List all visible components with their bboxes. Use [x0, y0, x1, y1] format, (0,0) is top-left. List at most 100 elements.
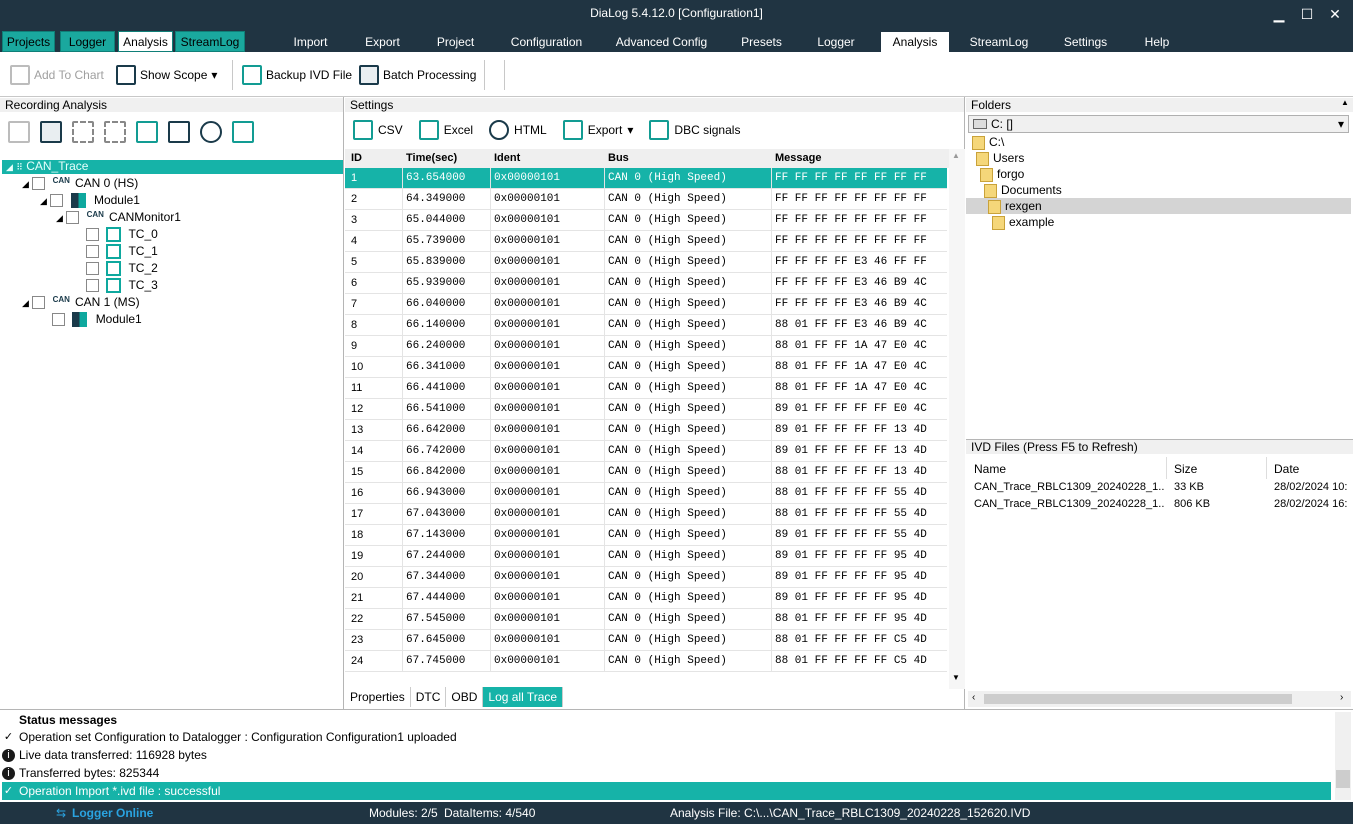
table-row[interactable]: 4 65.739000 0x00000101 CAN 0 (High Speed) FF… — [345, 231, 947, 252]
menu-configuration[interactable]: Configuration — [500, 32, 593, 52]
menu-project[interactable]: Project — [428, 32, 483, 52]
scroll-left-icon[interactable]: ‹ — [972, 692, 975, 703]
minimize-button[interactable]: ▁ — [1266, 4, 1292, 24]
scroll-thumb[interactable] — [984, 694, 1292, 704]
checkbox[interactable] — [86, 262, 99, 276]
table-row[interactable]: 12 66.541000 0x00000101 CAN 0 (High Speed) 8… — [345, 399, 947, 420]
table-row[interactable]: 17 67.043000 0x00000101 CAN 0 (High Speed) 8… — [345, 504, 947, 525]
tab-log-all-trace[interactable]: Log all Trace — [483, 687, 564, 707]
table-row[interactable]: 19 67.244000 0x00000101 CAN 0 (High Speed) 8… — [345, 546, 947, 567]
tree-node-canmonitor1[interactable]: ◢ CAN CANMonitor1 — [56, 209, 181, 226]
col-time[interactable]: Time(sec) — [406, 152, 457, 164]
folder-forgo[interactable]: forgo — [980, 166, 1024, 182]
table-row[interactable]: 24 67.745000 0x00000101 CAN 0 (High Speed) 8… — [345, 651, 947, 672]
tree-node-module1[interactable]: ◢ Module1 — [40, 192, 140, 209]
tab-logger[interactable]: Logger — [60, 31, 115, 52]
table-row[interactable]: 21 67.444000 0x00000101 CAN 0 (High Speed) 8… — [345, 588, 947, 609]
table-row[interactable]: 1 63.654000 0x00000101 CAN 0 (High Speed) FF… — [345, 168, 947, 189]
menu-help[interactable]: Help — [1135, 32, 1179, 52]
ivd-col-size[interactable]: Size — [1174, 460, 1197, 478]
tree-node-tc2[interactable]: TC_2 — [86, 260, 158, 277]
status-scrollbar[interactable] — [1335, 712, 1351, 800]
table-row[interactable]: 8 66.140000 0x00000101 CAN 0 (High Speed) 88… — [345, 315, 947, 336]
folder-users[interactable]: Users — [976, 150, 1024, 166]
tab-streamlog[interactable]: StreamLog — [175, 31, 245, 52]
table-row[interactable]: 15 66.842000 0x00000101 CAN 0 (High Speed) 8… — [345, 462, 947, 483]
table-row[interactable]: 3 65.044000 0x00000101 CAN 0 (High Speed) FF… — [345, 210, 947, 231]
checkbox[interactable] — [86, 279, 99, 293]
checkbox[interactable] — [50, 194, 64, 208]
excel-button[interactable]: Excel — [418, 120, 473, 140]
export-button[interactable]: Export ▾ — [562, 120, 633, 140]
html-button[interactable]: HTML — [489, 120, 547, 140]
col-message[interactable]: Message — [775, 152, 821, 164]
ivd-file-name[interactable]: CAN_Trace_RBLC1309_20240228_1... — [974, 498, 1164, 510]
sort-az-icon[interactable] — [168, 121, 190, 143]
batch-processing-button[interactable]: Batch Processing — [359, 62, 476, 88]
folder-rexgen[interactable]: rexgen — [988, 198, 1042, 214]
table-row[interactable]: 16 66.943000 0x00000101 CAN 0 (High Speed) 8… — [345, 483, 947, 504]
menu-streamlog[interactable]: StreamLog — [962, 32, 1036, 52]
col-id[interactable]: ID — [351, 152, 362, 164]
col-ident[interactable]: Ident — [494, 152, 520, 164]
tree-node-can1[interactable]: ◢ CAN CAN 1 (MS) — [22, 294, 140, 311]
table-row[interactable]: 13 66.642000 0x00000101 CAN 0 (High Speed) 8… — [345, 420, 947, 441]
scroll-down-icon[interactable]: ▼ — [952, 673, 960, 682]
checkbox[interactable] — [32, 177, 46, 191]
checkbox[interactable] — [86, 245, 99, 259]
menu-export[interactable]: Export — [355, 32, 410, 52]
add-to-chart-button[interactable]: Add To Chart — [10, 62, 104, 88]
grid-scrollbar[interactable]: ▲ ▼ — [949, 149, 965, 689]
checkbox[interactable] — [66, 211, 80, 225]
checkbox[interactable] — [52, 313, 65, 327]
drive-select[interactable]: C: [] ▾ — [968, 115, 1349, 133]
table-row[interactable]: 5 65.839000 0x00000101 CAN 0 (High Speed) FF… — [345, 252, 947, 273]
show-scope-button[interactable]: Show Scope ▾ — [116, 62, 217, 88]
folder-c[interactable]: C:\ — [972, 134, 1004, 150]
tab-analysis[interactable]: Analysis — [118, 31, 173, 52]
tree-node-tc1[interactable]: TC_1 — [86, 243, 158, 260]
scroll-thumb[interactable] — [1336, 770, 1350, 788]
add-chart-icon[interactable] — [8, 121, 30, 143]
ivd-scrollbar[interactable]: ‹ › — [968, 691, 1351, 707]
table-row[interactable]: 11 66.441000 0x00000101 CAN 0 (High Speed) 8… — [345, 378, 947, 399]
tree-node-tc3[interactable]: TC_3 — [86, 277, 158, 294]
table-row[interactable]: 7 66.040000 0x00000101 CAN 0 (High Speed) FF… — [345, 294, 947, 315]
table-row[interactable]: 6 65.939000 0x00000101 CAN 0 (High Speed) FF… — [345, 273, 947, 294]
menu-import[interactable]: Import — [283, 32, 338, 52]
scroll-up-icon[interactable]: ▲ — [1341, 98, 1349, 107]
table-row[interactable]: 10 66.341000 0x00000101 CAN 0 (High Speed) 8… — [345, 357, 947, 378]
scroll-right-icon[interactable]: › — [1340, 692, 1343, 703]
tab-properties[interactable]: Properties — [345, 687, 411, 707]
close-button[interactable]: ✕ — [1322, 4, 1348, 24]
table-row[interactable]: 23 67.645000 0x00000101 CAN 0 (High Speed) 8… — [345, 630, 947, 651]
dbc-signals-button[interactable]: DBC signals — [649, 120, 740, 140]
backup-ivd-button[interactable]: Backup IVD File — [242, 62, 352, 88]
menu-analysis[interactable]: Analysis — [881, 32, 949, 52]
ivd-col-name[interactable]: Name — [974, 460, 1006, 478]
scroll-up-icon[interactable]: ▲ — [952, 151, 960, 160]
menu-advanced-config[interactable]: Advanced Config — [610, 32, 713, 52]
tree-node-can0[interactable]: ◢ CAN CAN 0 (HS) — [22, 175, 138, 192]
import-icon[interactable] — [136, 121, 158, 143]
ivd-col-date[interactable]: Date — [1274, 460, 1299, 478]
col-bus[interactable]: Bus — [608, 152, 629, 164]
tab-dtc[interactable]: DTC — [411, 687, 447, 707]
table-row[interactable]: 2 64.349000 0x00000101 CAN 0 (High Speed) FF… — [345, 189, 947, 210]
maximize-button[interactable]: ☐ — [1294, 4, 1320, 24]
folder-documents[interactable]: Documents — [984, 182, 1062, 198]
menu-logger[interactable]: Logger — [808, 32, 864, 52]
table-row[interactable]: 22 67.545000 0x00000101 CAN 0 (High Speed) 8… — [345, 609, 947, 630]
table-row[interactable]: 9 66.240000 0x00000101 CAN 0 (High Speed) 88… — [345, 336, 947, 357]
deselect-icon[interactable] — [104, 121, 126, 143]
chart-layout-icon[interactable] — [232, 121, 254, 143]
table-row[interactable]: 20 67.344000 0x00000101 CAN 0 (High Speed) 8… — [345, 567, 947, 588]
ivd-file-name[interactable]: CAN_Trace_RBLC1309_20240228_1... — [974, 481, 1164, 493]
tab-obd[interactable]: OBD — [446, 687, 484, 707]
checkbox[interactable] — [32, 296, 46, 310]
tab-projects[interactable]: Projects — [2, 31, 55, 52]
csv-button[interactable]: CSV — [353, 120, 403, 140]
menu-presets[interactable]: Presets — [735, 32, 788, 52]
table-row[interactable]: 14 66.742000 0x00000101 CAN 0 (High Speed) 8… — [345, 441, 947, 462]
tree-node-tc0[interactable]: TC_0 — [86, 226, 158, 243]
